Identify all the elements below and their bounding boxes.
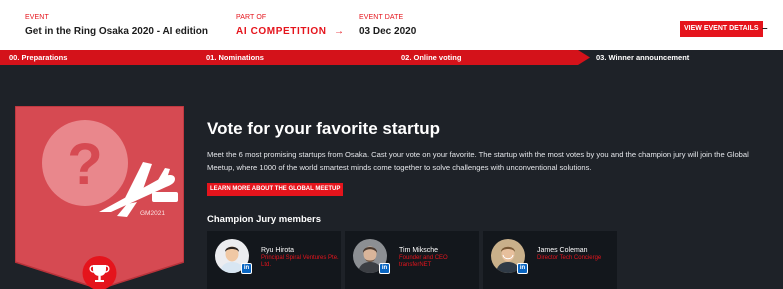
view-event-details-button[interactable]: VIEW EVENT DETAILS <box>680 21 763 37</box>
jury-role: Director Tech Concierge <box>537 255 602 261</box>
event-header: EVENT Get in the Ring Osaka 2020 - AI ed… <box>0 0 783 50</box>
part-of-block: PART OF AI COMPETITION → <box>236 13 345 38</box>
jury-name: Tim Miksche <box>399 247 439 254</box>
linkedin-icon[interactable]: in <box>517 263 528 274</box>
learn-more-button[interactable]: LEARN MORE ABOUT THE GLOBAL MEETUP <box>207 183 344 196</box>
jury-role: Founder and CEO transferNET <box>399 255 448 268</box>
event-name-block: EVENT Get in the Ring Osaka 2020 - AI ed… <box>25 13 208 38</box>
part-of-text[interactable]: AI COMPETITION <box>236 26 327 37</box>
question-mark-icon: ? <box>42 120 128 206</box>
stage-preparations[interactable]: 00. Preparations <box>9 52 67 63</box>
trophy-icon <box>82 256 117 289</box>
svg-text:?: ? <box>67 132 102 197</box>
dash-icon[interactable]: – <box>762 23 768 34</box>
stage-online-voting[interactable]: 02. Online voting <box>401 52 461 63</box>
linkedin-icon[interactable]: in <box>241 263 252 274</box>
part-of-link[interactable]: AI COMPETITION → <box>236 26 345 38</box>
arrow-right-icon: → <box>334 26 345 37</box>
linkedin-icon[interactable]: in <box>379 263 390 274</box>
stage-progress-bar: 00. Preparations 01. Nominations 02. Onl… <box>0 50 783 65</box>
event-date-block: EVENT DATE 03 Dec 2020 <box>359 13 416 38</box>
jury-role: Principal Spiral Ventures Pte. Ltd. <box>261 255 339 268</box>
event-badge: ? GM2021 <box>15 106 184 289</box>
jury-card[interactable]: in Tim Miksche Founder and CEO transferN… <box>345 231 479 289</box>
jury-card[interactable]: in Ryu Hirota Principal Spiral Ventures … <box>207 231 341 289</box>
event-date-label: EVENT DATE <box>359 14 404 21</box>
jury-name: James Coleman <box>537 247 588 254</box>
jury-card[interactable]: in James Coleman Director Tech Concierge <box>483 231 617 289</box>
description: Meet the 6 most promising startups from … <box>207 150 749 172</box>
jury-name: Ryu Hirota <box>261 247 295 254</box>
badge-shield: ? <box>15 106 184 289</box>
stage-winner-announcement[interactable]: 03. Winner announcement <box>596 52 689 63</box>
event-name: Get in the Ring Osaka 2020 - AI edition <box>25 26 209 37</box>
event-label: EVENT <box>25 14 49 21</box>
stage-progress-fill <box>0 50 590 65</box>
event-date: 03 Dec 2020 <box>359 26 417 37</box>
stage-nominations[interactable]: 01. Nominations <box>206 52 264 63</box>
jury-section-title: Champion Jury members <box>207 214 322 225</box>
badge-year: GM2021 <box>140 210 165 217</box>
part-of-label: PART OF <box>236 14 267 21</box>
page-title: Vote for your favorite startup <box>207 119 440 138</box>
